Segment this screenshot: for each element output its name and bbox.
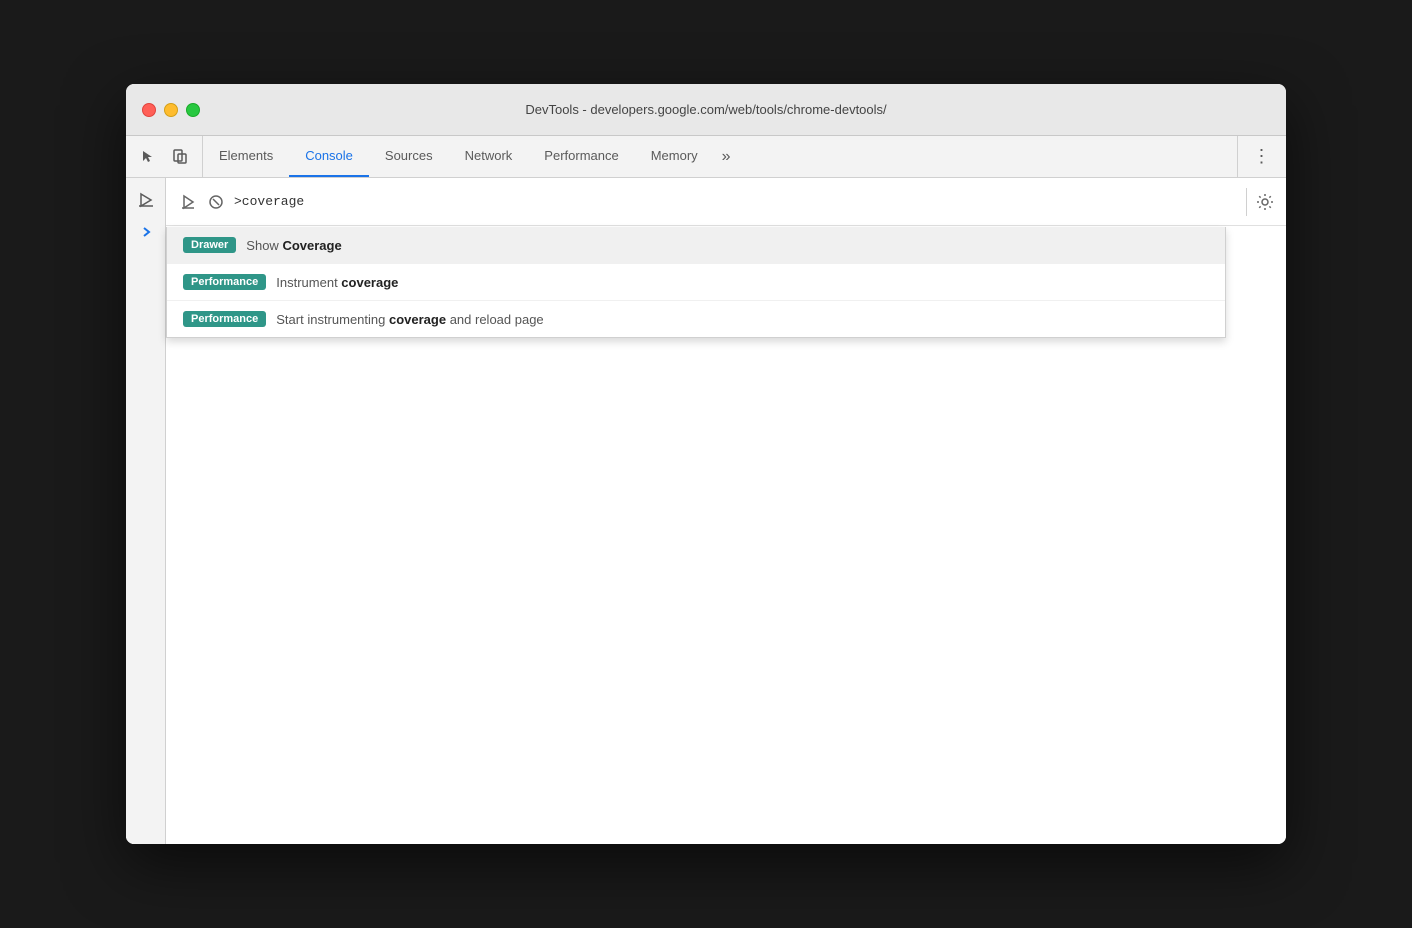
- tabs-overflow-button[interactable]: »: [714, 136, 739, 177]
- execute-button[interactable]: [178, 192, 198, 212]
- traffic-lights: [142, 103, 200, 117]
- inspect-element-button[interactable]: [134, 143, 162, 171]
- badge-performance-1: Performance: [183, 274, 266, 290]
- autocomplete-text-0: Show Coverage: [246, 238, 341, 253]
- devtools-window: DevTools - developers.google.com/web/too…: [126, 84, 1286, 844]
- autocomplete-item-2[interactable]: Performance Start instrumenting coverage…: [167, 301, 1225, 337]
- tabs: Elements Console Sources Network Perform…: [203, 136, 1237, 177]
- badge-drawer: Drawer: [183, 237, 236, 253]
- tab-elements[interactable]: Elements: [203, 136, 289, 177]
- device-icon: [172, 149, 188, 165]
- devtools-toolbar: Elements Console Sources Network Perform…: [126, 136, 1286, 178]
- title-bar: DevTools - developers.google.com/web/too…: [126, 84, 1286, 136]
- console-input[interactable]: [234, 194, 1246, 209]
- console-sidebar: [126, 178, 166, 844]
- close-button[interactable]: [142, 103, 156, 117]
- clear-console-button[interactable]: [206, 192, 226, 212]
- console-input-row: [166, 178, 1286, 226]
- gear-icon: [1256, 193, 1274, 211]
- tab-console[interactable]: Console: [289, 136, 369, 177]
- maximize-button[interactable]: [186, 103, 200, 117]
- badge-performance-2: Performance: [183, 311, 266, 327]
- autocomplete-dropdown: Drawer Show Coverage Performance Instrum…: [166, 227, 1226, 338]
- console-main: Drawer Show Coverage Performance Instrum…: [166, 178, 1286, 844]
- play-icon: [138, 192, 154, 208]
- console-settings-button[interactable]: [1246, 188, 1274, 216]
- tab-memory[interactable]: Memory: [635, 136, 714, 177]
- cursor-icon: [140, 149, 156, 165]
- chevron-right-icon: [140, 226, 152, 238]
- play-triangle-icon: [180, 194, 196, 210]
- toolbar-icons: [126, 136, 203, 177]
- autocomplete-text-2: Start instrumenting coverage and reload …: [276, 312, 543, 327]
- tab-sources[interactable]: Sources: [369, 136, 449, 177]
- minimize-button[interactable]: [164, 103, 178, 117]
- run-snippets-button[interactable]: [132, 186, 160, 214]
- sidebar-expand-button[interactable]: [140, 226, 152, 241]
- tab-network[interactable]: Network: [449, 136, 529, 177]
- tab-performance[interactable]: Performance: [528, 136, 634, 177]
- device-mode-button[interactable]: [166, 143, 194, 171]
- more-menu-button[interactable]: ⋮: [1248, 143, 1276, 171]
- console-area: Drawer Show Coverage Performance Instrum…: [126, 178, 1286, 844]
- console-left-icons: [178, 192, 226, 212]
- toolbar-right: ⋮: [1237, 136, 1286, 177]
- autocomplete-text-1: Instrument coverage: [276, 275, 398, 290]
- autocomplete-item-1[interactable]: Performance Instrument coverage: [167, 264, 1225, 301]
- autocomplete-item-0[interactable]: Drawer Show Coverage: [167, 227, 1225, 264]
- clear-icon: [208, 194, 224, 210]
- window-title: DevTools - developers.google.com/web/too…: [525, 102, 886, 117]
